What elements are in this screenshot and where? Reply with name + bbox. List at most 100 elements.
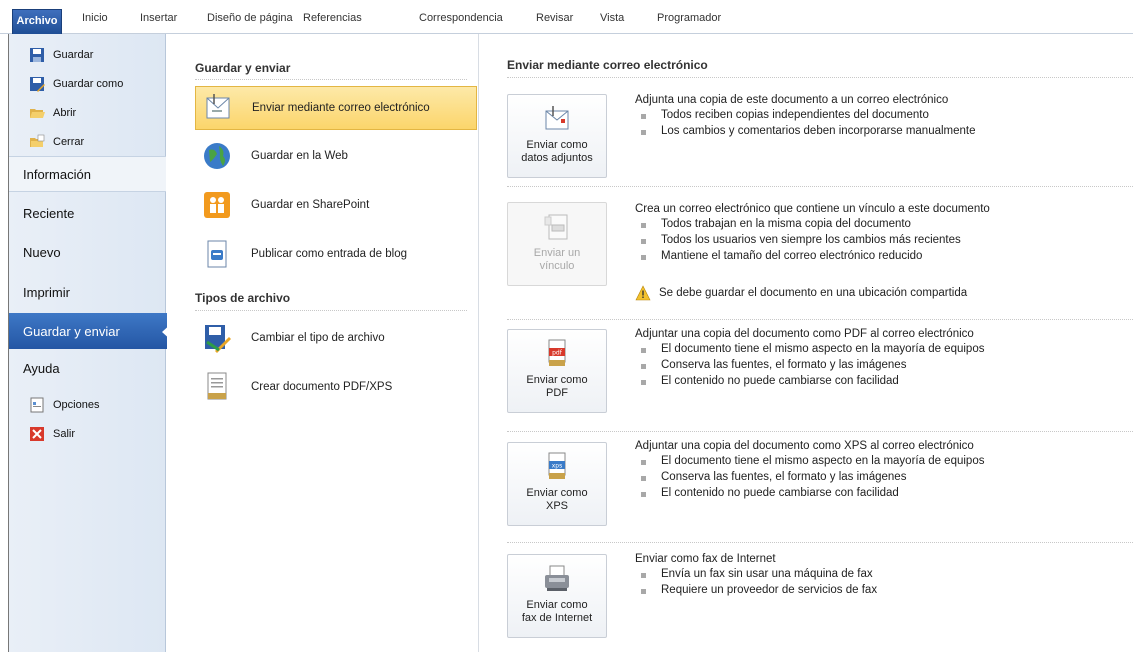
nav-abrir[interactable]: Abrir	[29, 104, 76, 122]
section-title-guardar-enviar: Guardar y enviar	[195, 61, 291, 75]
options-icon	[30, 397, 44, 413]
pdf-description: Adjuntar una copia del documento como PD…	[635, 328, 984, 391]
nav-guardar-y-enviar[interactable]: Guardar y enviar	[9, 313, 172, 349]
svg-text:pdf: pdf	[552, 350, 563, 357]
send-as-attachment-label: Enviar como datos adjuntos	[521, 139, 593, 164]
right-panel-title: Enviar mediante correo electrónico	[507, 58, 708, 72]
tab-insertar[interactable]: Insertar	[140, 12, 177, 24]
section-divider	[507, 319, 1133, 320]
section-divider	[507, 431, 1133, 432]
send-as-fax-label: Enviar como fax de Internet	[521, 599, 593, 624]
nav-reciente[interactable]: Reciente	[9, 195, 166, 231]
xps-bullet: El contenido no puede cambiarse con faci…	[635, 487, 984, 499]
tab-programador[interactable]: Programador	[657, 12, 721, 24]
section-divider	[507, 542, 1133, 543]
xps-icon: xps	[548, 452, 566, 479]
xps-heading: Adjuntar una copia del documento como XP…	[635, 440, 974, 452]
nav-salir-label: Salir	[53, 428, 76, 440]
tab-archivo[interactable]: Archivo	[12, 9, 62, 34]
nav-opciones-label: Opciones	[53, 399, 100, 411]
save-as-icon	[30, 77, 45, 92]
pdf-bullet: El contenido no puede cambiarse con faci…	[635, 375, 984, 387]
nav-nuevo[interactable]: Nuevo	[9, 234, 166, 270]
tab-inicio[interactable]: Inicio	[82, 12, 108, 24]
fax-bullet: Requiere un proveedor de servicios de fa…	[635, 584, 877, 596]
tab-correspondencia[interactable]: Correspondencia	[419, 12, 503, 24]
section-divider	[507, 77, 1133, 78]
pdf-bullet: Conserva las fuentes, el formato y las i…	[635, 359, 984, 371]
send-as-xps-label: Enviar como XPS	[526, 487, 588, 512]
email-attachment-icon	[206, 94, 230, 119]
fax-heading: Enviar como fax de Internet	[635, 553, 776, 565]
pdf-bullet: El documento tiene el mismo aspecto en l…	[635, 343, 984, 355]
link-bullet: Todos los usuarios ven siempre los cambi…	[635, 234, 990, 246]
warning-text: Se debe guardar el documento en una ubic…	[659, 287, 968, 299]
nav-guardar-label: Guardar	[53, 49, 94, 61]
option-guardar-sharepoint[interactable]: Guardar en SharePoint	[195, 183, 477, 227]
tab-revisar[interactable]: Revisar	[536, 12, 573, 24]
backstage-nav: Guardar Guardar como Abrir Cerrar Inform…	[8, 34, 172, 652]
section-divider	[195, 310, 467, 311]
option-crear-pdf-xps-label: Crear documento PDF/XPS	[251, 381, 393, 393]
section-divider	[507, 186, 1133, 187]
xps-bullet: Conserva las fuentes, el formato y las i…	[635, 471, 984, 483]
link-bullet: Mantiene el tamaño del correo electrónic…	[635, 250, 990, 262]
option-cambiar-tipo[interactable]: Cambiar el tipo de archivo	[195, 316, 477, 360]
section-divider	[195, 79, 467, 80]
attachment-description: Adjunta una copia de este documento a un…	[635, 94, 976, 141]
send-as-pdf-label: Enviar como PDF	[526, 374, 588, 399]
ribbon-tab-bar: Archivo Inicio Insertar Diseño de página…	[0, 0, 1133, 34]
pdf-icon: pdf	[548, 339, 566, 366]
tab-referencias[interactable]: Referencias	[303, 12, 362, 24]
warning-icon	[635, 285, 651, 301]
attachment-bullet: Todos reciben copias independientes del …	[635, 109, 976, 121]
send-as-xps-button[interactable]: xps Enviar como XPS	[507, 442, 607, 526]
nav-guardar[interactable]: Guardar	[29, 46, 93, 64]
save-icon	[30, 48, 44, 62]
option-guardar-sharepoint-label: Guardar en SharePoint	[251, 199, 370, 211]
send-as-attachment-button[interactable]: Enviar como datos adjuntos	[507, 94, 607, 178]
save-send-options-panel: Guardar y enviar Enviar mediante correo …	[167, 34, 479, 652]
tab-diseno-pagina[interactable]: Diseño de página	[207, 12, 293, 24]
sharepoint-icon	[204, 192, 230, 218]
section-title-tipos-archivo: Tipos de archivo	[195, 291, 291, 305]
fax-description: Enviar como fax de Internet Envía un fax…	[635, 553, 877, 600]
email-link-icon	[544, 214, 568, 240]
tab-vista[interactable]: Vista	[600, 12, 624, 24]
option-enviar-correo[interactable]: Enviar mediante correo electrónico	[195, 86, 477, 130]
option-cambiar-tipo-label: Cambiar el tipo de archivo	[251, 332, 385, 344]
change-file-type-icon	[205, 325, 231, 353]
send-as-pdf-button[interactable]: pdf Enviar como PDF	[507, 329, 607, 413]
nav-imprimir[interactable]: Imprimir	[9, 274, 166, 310]
shared-location-warning: Se debe guardar el documento en una ubic…	[635, 285, 967, 301]
option-crear-pdf-xps[interactable]: Crear documento PDF/XPS	[195, 365, 477, 409]
nav-informacion[interactable]: Información	[9, 156, 166, 192]
blog-post-icon	[207, 240, 227, 268]
send-as-fax-button[interactable]: Enviar como fax de Internet	[507, 554, 607, 638]
nav-abrir-label: Abrir	[53, 107, 77, 119]
nav-opciones[interactable]: Opciones	[29, 396, 99, 414]
option-guardar-web[interactable]: Guardar en la Web	[195, 134, 477, 178]
option-publicar-blog[interactable]: Publicar como entrada de blog	[195, 232, 477, 276]
globe-icon	[204, 143, 230, 169]
nav-cerrar[interactable]: Cerrar	[29, 133, 84, 151]
fax-icon	[545, 565, 569, 591]
link-bullet: Todos trabajan en la misma copia del doc…	[635, 218, 990, 230]
nav-guardar-como[interactable]: Guardar como	[29, 75, 123, 93]
xps-bullet: El documento tiene el mismo aspecto en l…	[635, 455, 984, 467]
fax-bullet: Envía un fax sin usar una máquina de fax	[635, 568, 877, 580]
svg-text:xps: xps	[552, 463, 563, 470]
option-enviar-correo-label: Enviar mediante correo electrónico	[252, 102, 430, 114]
pdf-heading: Adjuntar una copia del documento como PD…	[635, 328, 974, 340]
nav-salir[interactable]: Salir	[29, 425, 75, 443]
link-heading: Crea un correo electrónico que contiene …	[635, 203, 990, 215]
attachment-heading: Adjunta una copia de este documento a un…	[635, 94, 949, 106]
nav-guardar-como-label: Guardar como	[53, 78, 124, 90]
nav-ayuda[interactable]: Ayuda	[9, 350, 166, 386]
option-publicar-blog-label: Publicar como entrada de blog	[251, 248, 407, 260]
attachment-bullet: Los cambios y comentarios deben incorpor…	[635, 125, 976, 137]
nav-cerrar-label: Cerrar	[53, 136, 85, 148]
xps-description: Adjuntar una copia del documento como XP…	[635, 440, 984, 503]
send-link-button[interactable]: Enviar un vínculo	[507, 202, 607, 286]
open-folder-icon	[30, 109, 45, 118]
